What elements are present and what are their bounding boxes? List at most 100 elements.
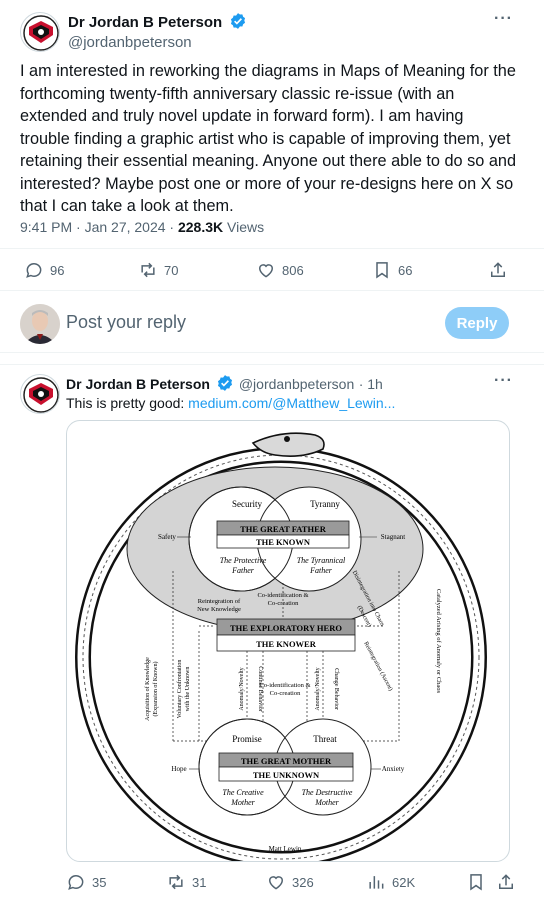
reply-text: This is pretty good: medium.com/@Matthew…	[66, 395, 395, 411]
user-avatar[interactable]	[20, 304, 60, 344]
reply-button[interactable]: Reply	[445, 307, 509, 339]
reply-action[interactable]: 96	[24, 260, 64, 280]
coid-top-label-2: Co-creation	[268, 600, 299, 607]
acquisition-label: Acquisition of Knowledge	[144, 657, 151, 721]
reply-icon	[26, 263, 42, 278]
anxiety-label: Anxiety	[382, 765, 405, 773]
change-behavior-label: Change Behavior	[333, 668, 339, 710]
stagnant-label: Stagnant	[381, 533, 406, 541]
great-mother-label: THE GREAT MOTHER	[241, 756, 332, 766]
repost-count: 31	[192, 874, 207, 890]
repost-action[interactable]: 70	[138, 260, 178, 280]
the-known-label: THE KNOWN	[256, 537, 311, 547]
coid-mid-label-2: Co-creation	[270, 690, 301, 697]
tweet-text: I am interested in reworking the diagram…	[20, 62, 517, 215]
tweet-meta: 9:41 PM · Jan 27, 2024 · 228.3K Views	[20, 219, 264, 235]
divider	[0, 248, 544, 249]
reintegration-ascent-label: Reintegration (Ascent)	[362, 640, 394, 692]
maps-of-meaning-diagram: Security Tyranny THE GREAT FATHER THE KN…	[75, 432, 487, 861]
share-icon	[491, 262, 505, 277]
voluntary-label-2: with the Unknown	[185, 667, 191, 712]
author-logo-icon	[23, 15, 59, 51]
author-handle[interactable]: @jordanbpeterson	[68, 34, 247, 51]
creative-mother-label-2: Mother	[230, 798, 255, 807]
signature-label: Matt Lewin	[269, 845, 302, 853]
anomaly-novelty-left-label: Anomaly/Novelty	[239, 667, 245, 710]
reply-author-handle[interactable]: @jordanbpeterson	[239, 376, 354, 392]
verified-badge-icon	[218, 375, 233, 391]
views-label: Views	[223, 219, 265, 235]
tyranny-label: Tyranny	[310, 499, 340, 509]
voluntary-label: Voluntary Confrontation	[176, 660, 183, 719]
destructive-mother-label-2: Mother	[314, 798, 339, 807]
views-count: 62K	[392, 874, 416, 890]
like-count: 806	[282, 262, 304, 278]
anomaly-novelty-right-label: Anomaly/Novelty	[315, 667, 321, 710]
great-father-label: THE GREAT FATHER	[240, 524, 327, 534]
heart-icon	[268, 876, 284, 890]
acquisition-label-2: (Expansion of Known)	[152, 662, 159, 717]
verified-badge-icon	[230, 13, 245, 29]
reply-author-avatar[interactable]	[20, 374, 60, 414]
reply-text-prefix: This is pretty good:	[66, 395, 189, 411]
more-options-icon[interactable]: ···	[494, 10, 513, 28]
views-action[interactable]: 62K	[366, 872, 415, 892]
user-photo-icon	[20, 304, 60, 344]
reply-action[interactable]: 35	[66, 872, 106, 892]
views-count: 228.3K	[177, 219, 224, 235]
like-count: 326	[292, 874, 314, 890]
reply-count: 35	[92, 874, 107, 890]
threat-label: Threat	[313, 734, 337, 744]
analytics-icon	[369, 876, 384, 889]
share-icon	[499, 874, 513, 889]
repost-icon	[169, 874, 183, 890]
repost-action[interactable]: 31	[166, 872, 206, 892]
repost-icon	[141, 262, 155, 278]
bookmark-count: 66	[398, 262, 413, 278]
bookmark-icon	[376, 262, 388, 279]
reply-input[interactable]: Post your reply	[66, 312, 186, 333]
repost-count: 70	[164, 262, 179, 278]
safety-label: Safety	[158, 533, 176, 541]
reply-age[interactable]: · 1h	[359, 376, 383, 392]
the-unknown-label: THE UNKNOWN	[253, 770, 320, 780]
bookmark-action[interactable]	[466, 872, 486, 892]
reintegration-label-1: Reintegration of	[198, 598, 241, 605]
tweet-timestamp[interactable]: 9:41 PM · Jan 27, 2024 ·	[20, 219, 178, 235]
bookmark-icon	[470, 874, 482, 891]
reintegration-label-2: New Knowledge	[197, 606, 241, 613]
destructive-mother-label-1: The Destructive	[302, 788, 353, 797]
reply-header: Dr Jordan B Peterson @jordanbpeterson · …	[66, 374, 383, 394]
like-action[interactable]: 806	[256, 260, 304, 280]
security-label: Security	[232, 499, 262, 509]
promise-label: Promise	[232, 734, 262, 744]
share-action[interactable]	[496, 872, 516, 892]
hope-label: Hope	[171, 765, 186, 773]
coid-mid-label-1: Co-identification &	[259, 682, 310, 689]
diagram-image[interactable]: Security Tyranny THE GREAT FATHER THE KN…	[66, 420, 510, 862]
author-avatar[interactable]	[20, 12, 60, 52]
protective-father-label-2: Father	[231, 566, 255, 575]
the-knower-label: THE KNOWER	[256, 639, 317, 649]
like-action[interactable]: 326	[266, 872, 314, 892]
bookmark-action[interactable]: 66	[372, 260, 412, 280]
tyrannical-father-label-2: Father	[309, 566, 333, 575]
tyrannical-father-label-1: The Tyrannical	[297, 556, 346, 565]
reply-count: 96	[50, 262, 65, 278]
divider	[0, 352, 544, 353]
more-options-icon[interactable]: ···	[494, 372, 513, 390]
author-name[interactable]: Dr Jordan B Peterson	[68, 14, 222, 31]
protective-father-label-1: The Protective	[220, 556, 267, 565]
reply-icon	[68, 875, 84, 890]
reply-link[interactable]: medium.com/@Matthew_Lewin...	[188, 395, 395, 411]
creative-mother-label-1: The Creative	[222, 788, 264, 797]
author-logo-icon	[23, 377, 59, 413]
catalyzed-label: Catalyzed Arising of Anomaly or Chaos	[435, 589, 442, 694]
exploratory-hero-label: THE EXPLORATORY HERO	[230, 623, 342, 633]
heart-icon	[258, 264, 274, 278]
continue-behavior-label: Continue Behavior	[257, 666, 263, 712]
share-action[interactable]	[488, 260, 508, 280]
reply-author-name[interactable]: Dr Jordan B Peterson	[66, 376, 210, 392]
divider	[0, 290, 544, 291]
divider	[0, 364, 544, 365]
